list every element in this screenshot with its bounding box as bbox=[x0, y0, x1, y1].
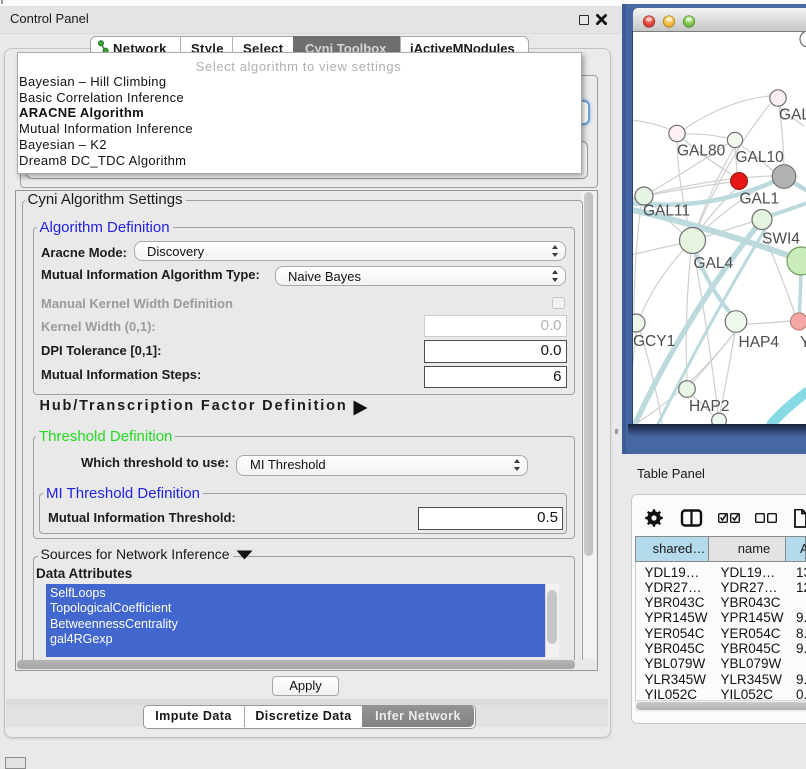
svg-text:GAL11: GAL11 bbox=[643, 203, 690, 220]
svg-text:HAP2: HAP2 bbox=[689, 398, 730, 415]
svg-text:SWI4: SWI4 bbox=[762, 231, 800, 248]
svg-text:GAL10: GAL10 bbox=[736, 149, 785, 166]
svg-text:GCY1: GCY1 bbox=[633, 333, 675, 350]
svg-text:GAL4: GAL4 bbox=[694, 255, 734, 272]
svg-text:GAL1: GAL1 bbox=[740, 191, 780, 208]
svg-text:GAL7: GAL7 bbox=[779, 107, 806, 124]
svg-text:GAL80: GAL80 bbox=[677, 143, 726, 160]
svg-text:HAP4: HAP4 bbox=[739, 334, 780, 351]
svg-text:YM: YM bbox=[800, 334, 806, 351]
